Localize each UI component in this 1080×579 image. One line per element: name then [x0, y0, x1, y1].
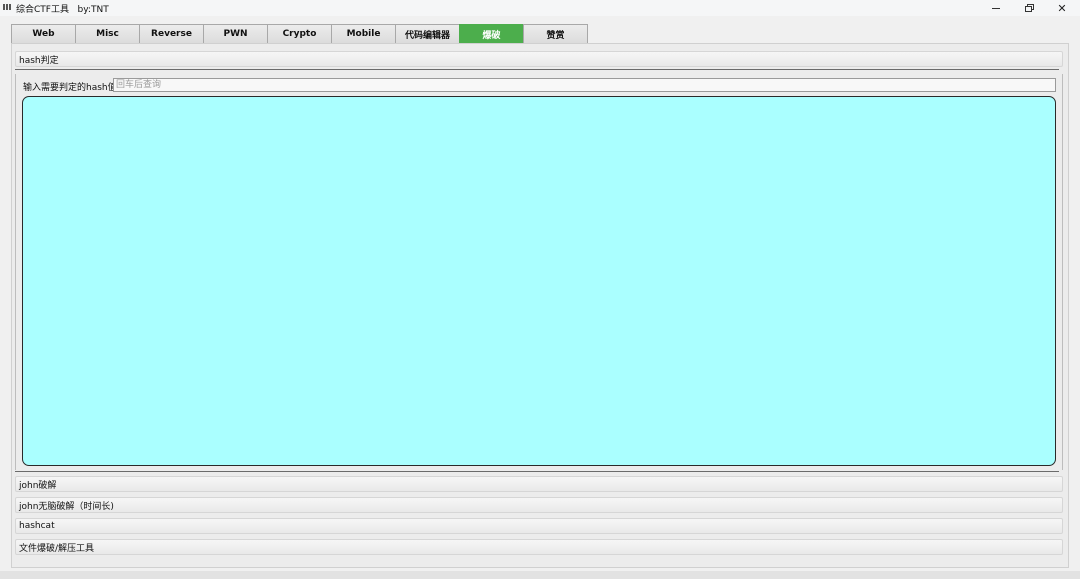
window-bottom-edge — [0, 571, 1080, 579]
tab-crypto[interactable]: Crypto — [267, 24, 332, 43]
title-bar: 综合CTF工具 by:TNT ✕ — [0, 0, 1080, 16]
restore-button[interactable] — [1012, 0, 1046, 16]
tab-web[interactable]: Web — [11, 24, 76, 43]
window-title: 综合CTF工具 by:TNT — [16, 5, 109, 15]
close-button[interactable]: ✕ — [1045, 0, 1079, 16]
hash-input[interactable] — [113, 78, 1056, 92]
minimize-button[interactable] — [979, 0, 1013, 16]
divider — [15, 69, 1059, 70]
app-icon — [3, 4, 11, 10]
restore-icon — [1024, 4, 1034, 12]
section-header-john-brainless[interactable]: john无脑破解（时间长) — [15, 497, 1063, 513]
hash-result-output[interactable] — [22, 96, 1056, 466]
tab-misc[interactable]: Misc — [75, 24, 140, 43]
section-header-hash[interactable]: hash判定 — [15, 51, 1063, 67]
section-header-file-bruteforce[interactable]: 文件爆破/解压工具 — [15, 539, 1063, 555]
minimize-icon — [992, 7, 1000, 9]
section-header-john[interactable]: john破解 — [15, 476, 1063, 492]
section-header-hashcat[interactable]: hashcat — [15, 518, 1063, 534]
app-window: 综合CTF工具 by:TNT ✕ Web Misc Reverse PWN Cr… — [0, 0, 1080, 579]
tab-bruteforce[interactable]: 爆破 — [459, 24, 524, 43]
close-icon: ✕ — [1057, 1, 1067, 15]
divider — [15, 471, 1059, 472]
tab-donate[interactable]: 赞赏 — [523, 24, 588, 43]
hash-input-label: 输入需要判定的hash值 — [23, 83, 117, 93]
tab-bar: Web Misc Reverse PWN Crypto Mobile 代码编辑器… — [11, 24, 588, 43]
tab-pwn[interactable]: PWN — [203, 24, 268, 43]
tab-reverse[interactable]: Reverse — [139, 24, 204, 43]
tab-code-editor[interactable]: 代码编辑器 — [395, 24, 460, 43]
tab-mobile[interactable]: Mobile — [331, 24, 396, 43]
